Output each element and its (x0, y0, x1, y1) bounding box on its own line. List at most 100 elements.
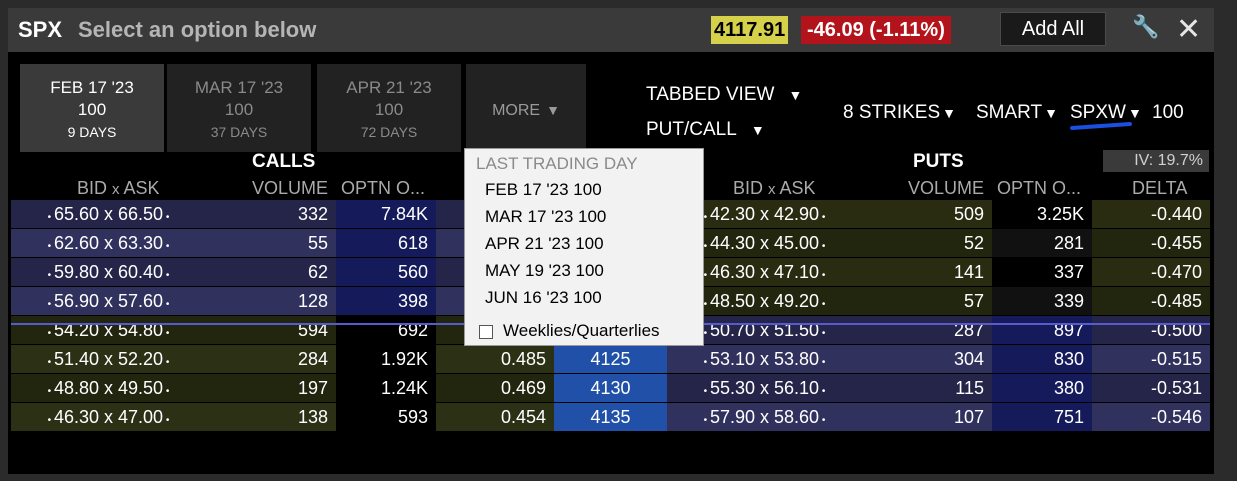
put-delta-cell[interactable]: -0.470 (1092, 258, 1210, 286)
table-row[interactable]: • 46.30 x 47.00 • 138 593 0.454 4135 • 57.90 … (11, 403, 1210, 431)
put-volume-cell[interactable]: 107 (862, 403, 992, 431)
put-delta-cell[interactable]: -0.546 (1092, 403, 1210, 431)
call-bid-ask-cell[interactable]: • 65.60 x 66.50 • (11, 200, 206, 228)
call-open-interest-cell[interactable]: 1.92K (336, 345, 436, 373)
call-volume-cell[interactable]: 197 (206, 374, 336, 402)
expiry-tab-apr21[interactable]: APR 21 '23 100 72 DAYS (317, 64, 461, 152)
calls-open-interest-header[interactable]: OPTN O... (341, 178, 425, 199)
call-bid-ask-cell[interactable]: • 54.20 x 54.80 • (11, 316, 206, 344)
put-open-interest-cell[interactable]: 830 (992, 345, 1092, 373)
right-type-dropdown[interactable]: PUT/CALL ▼ (646, 119, 765, 141)
bid-ask-text: 42.30 x 42.90 (709, 204, 820, 224)
put-volume-cell[interactable]: 304 (862, 345, 992, 373)
ask-dot-icon: • (819, 299, 826, 310)
call-bid-ask-cell[interactable]: • 51.40 x 52.20 • (11, 345, 206, 373)
put-delta-cell[interactable]: -0.485 (1092, 287, 1210, 315)
table-row[interactable]: • 48.80 x 49.50 • 197 1.24K 0.469 4130 • 55.3… (11, 374, 1210, 402)
put-open-interest-cell[interactable]: 337 (992, 258, 1092, 286)
table-row[interactable]: • 51.40 x 52.20 • 284 1.92K 0.485 4125 • 53.1… (11, 345, 1210, 373)
calls-bid-ask-header[interactable]: BID x ASK (77, 178, 160, 199)
put-volume-cell[interactable]: 287 (862, 316, 992, 344)
ask-dot-icon: • (163, 357, 170, 368)
expiry-tab-mar17[interactable]: MAR 17 '23 100 37 DAYS (167, 64, 311, 152)
put-volume-cell[interactable]: 141 (862, 258, 992, 286)
call-volume-cell[interactable]: 55 (206, 229, 336, 257)
call-volume-cell[interactable]: 594 (206, 316, 336, 344)
put-volume-cell[interactable]: 115 (862, 374, 992, 402)
weeklies-checkbox-label[interactable]: Weeklies/Quarterlies (503, 321, 660, 341)
bid-header: BID (77, 178, 108, 198)
put-delta-cell[interactable]: -0.500 (1092, 316, 1210, 344)
puts-bid-ask-header[interactable]: BID x ASK (733, 178, 816, 199)
bid-ask-text: 59.80 x 60.40 (53, 262, 164, 282)
tab-date: MAR 17 '23 (194, 78, 284, 97)
put-open-interest-cell[interactable]: 380 (992, 374, 1092, 402)
exchange-dropdown[interactable]: SMART ▼ (976, 102, 1058, 124)
call-open-interest-cell[interactable]: 692 (336, 316, 436, 344)
weeklies-checkbox[interactable] (479, 325, 493, 339)
tab-date: APR 21 '23 (346, 78, 432, 97)
more-expiries-button[interactable]: MORE ▼ (466, 64, 586, 152)
call-open-interest-cell[interactable]: 618 (336, 229, 436, 257)
call-open-interest-cell[interactable]: 560 (336, 258, 436, 286)
put-bid-ask-cell[interactable]: • 57.90 x 58.60 • (667, 403, 862, 431)
wrench-icon[interactable]: 🔧 (1132, 14, 1159, 40)
put-open-interest-cell[interactable]: 897 (992, 316, 1092, 344)
strikes-dropdown[interactable]: 8 STRIKES ▼ (843, 102, 956, 124)
call-bid-ask-cell[interactable]: • 48.80 x 49.50 • (11, 374, 206, 402)
call-open-interest-cell[interactable]: 7.84K (336, 200, 436, 228)
call-open-interest-cell[interactable]: 398 (336, 287, 436, 315)
call-bid-ask-cell[interactable]: • 46.30 x 47.00 • (11, 403, 206, 431)
ask-dot-icon: • (819, 415, 826, 426)
puts-open-interest-header[interactable]: OPTN O... (997, 178, 1081, 199)
put-open-interest-cell[interactable]: 751 (992, 403, 1092, 431)
put-delta-cell[interactable]: -0.455 (1092, 229, 1210, 257)
call-volume-cell[interactable]: 138 (206, 403, 336, 431)
put-delta-cell[interactable]: -0.440 (1092, 200, 1210, 228)
put-volume-cell[interactable]: 52 (862, 229, 992, 257)
call-open-interest-cell[interactable]: 1.24K (336, 374, 436, 402)
call-open-interest-cell[interactable]: 593 (336, 403, 436, 431)
put-open-interest-cell[interactable]: 3.25K (992, 200, 1092, 228)
call-delta-cell[interactable]: 0.454 (436, 403, 554, 431)
expiry-tab-feb17[interactable]: FEB 17 '23 100 9 DAYS (20, 64, 164, 152)
put-delta-cell[interactable]: -0.515 (1092, 345, 1210, 373)
call-delta-cell[interactable]: 0.485 (436, 345, 554, 373)
call-volume-cell[interactable]: 128 (206, 287, 336, 315)
close-icon[interactable]: ✕ (1176, 12, 1201, 47)
call-volume-cell[interactable]: 332 (206, 200, 336, 228)
menu-item-feb17[interactable]: FEB 17 '23 100 (485, 180, 602, 200)
underlying-symbol[interactable]: SPX (18, 17, 62, 43)
strike-cell[interactable]: 4135 (554, 403, 667, 431)
menu-item-apr21[interactable]: APR 21 '23 100 (485, 234, 604, 254)
last-trading-day-menu: LAST TRADING DAY FEB 17 '23 100 MAR 17 '… (464, 148, 704, 346)
strike-cell[interactable]: 4125 (554, 345, 667, 373)
call-bid-ask-cell[interactable]: • 62.60 x 63.30 • (11, 229, 206, 257)
put-bid-ask-cell[interactable]: • 53.10 x 53.80 • (667, 345, 862, 373)
call-volume-cell[interactable]: 284 (206, 345, 336, 373)
call-volume-cell[interactable]: 62 (206, 258, 336, 286)
puts-volume-header[interactable]: VOLUME (908, 178, 984, 199)
more-label: MORE (492, 102, 541, 119)
put-delta-cell[interactable]: -0.531 (1092, 374, 1210, 402)
strike-cell[interactable]: 4130 (554, 374, 667, 402)
call-bid-ask-cell[interactable]: • 59.80 x 60.40 • (11, 258, 206, 286)
bid-ask-text: 44.30 x 45.00 (709, 233, 820, 253)
calls-volume-header[interactable]: VOLUME (252, 178, 328, 199)
puts-delta-header[interactable]: DELTA (1132, 178, 1187, 199)
call-bid-ask-cell[interactable]: • 56.90 x 57.60 • (11, 287, 206, 315)
put-open-interest-cell[interactable]: 281 (992, 229, 1092, 257)
menu-item-may19[interactable]: MAY 19 '23 100 (485, 261, 604, 281)
right-type-label: PUT/CALL (646, 119, 737, 140)
bid-ask-text: 55.30 x 56.10 (709, 378, 820, 398)
trading-class-dropdown[interactable]: SPXW ▼ (1070, 102, 1142, 124)
view-mode-dropdown[interactable]: TABBED VIEW ▼ (646, 84, 802, 106)
put-bid-ask-cell[interactable]: • 55.30 x 56.10 • (667, 374, 862, 402)
menu-item-jun16[interactable]: JUN 16 '23 100 (485, 288, 602, 308)
put-volume-cell[interactable]: 509 (862, 200, 992, 228)
put-volume-cell[interactable]: 57 (862, 287, 992, 315)
put-open-interest-cell[interactable]: 339 (992, 287, 1092, 315)
call-delta-cell[interactable]: 0.469 (436, 374, 554, 402)
add-all-button[interactable]: Add All (1000, 12, 1106, 46)
menu-item-mar17[interactable]: MAR 17 '23 100 (485, 207, 606, 227)
